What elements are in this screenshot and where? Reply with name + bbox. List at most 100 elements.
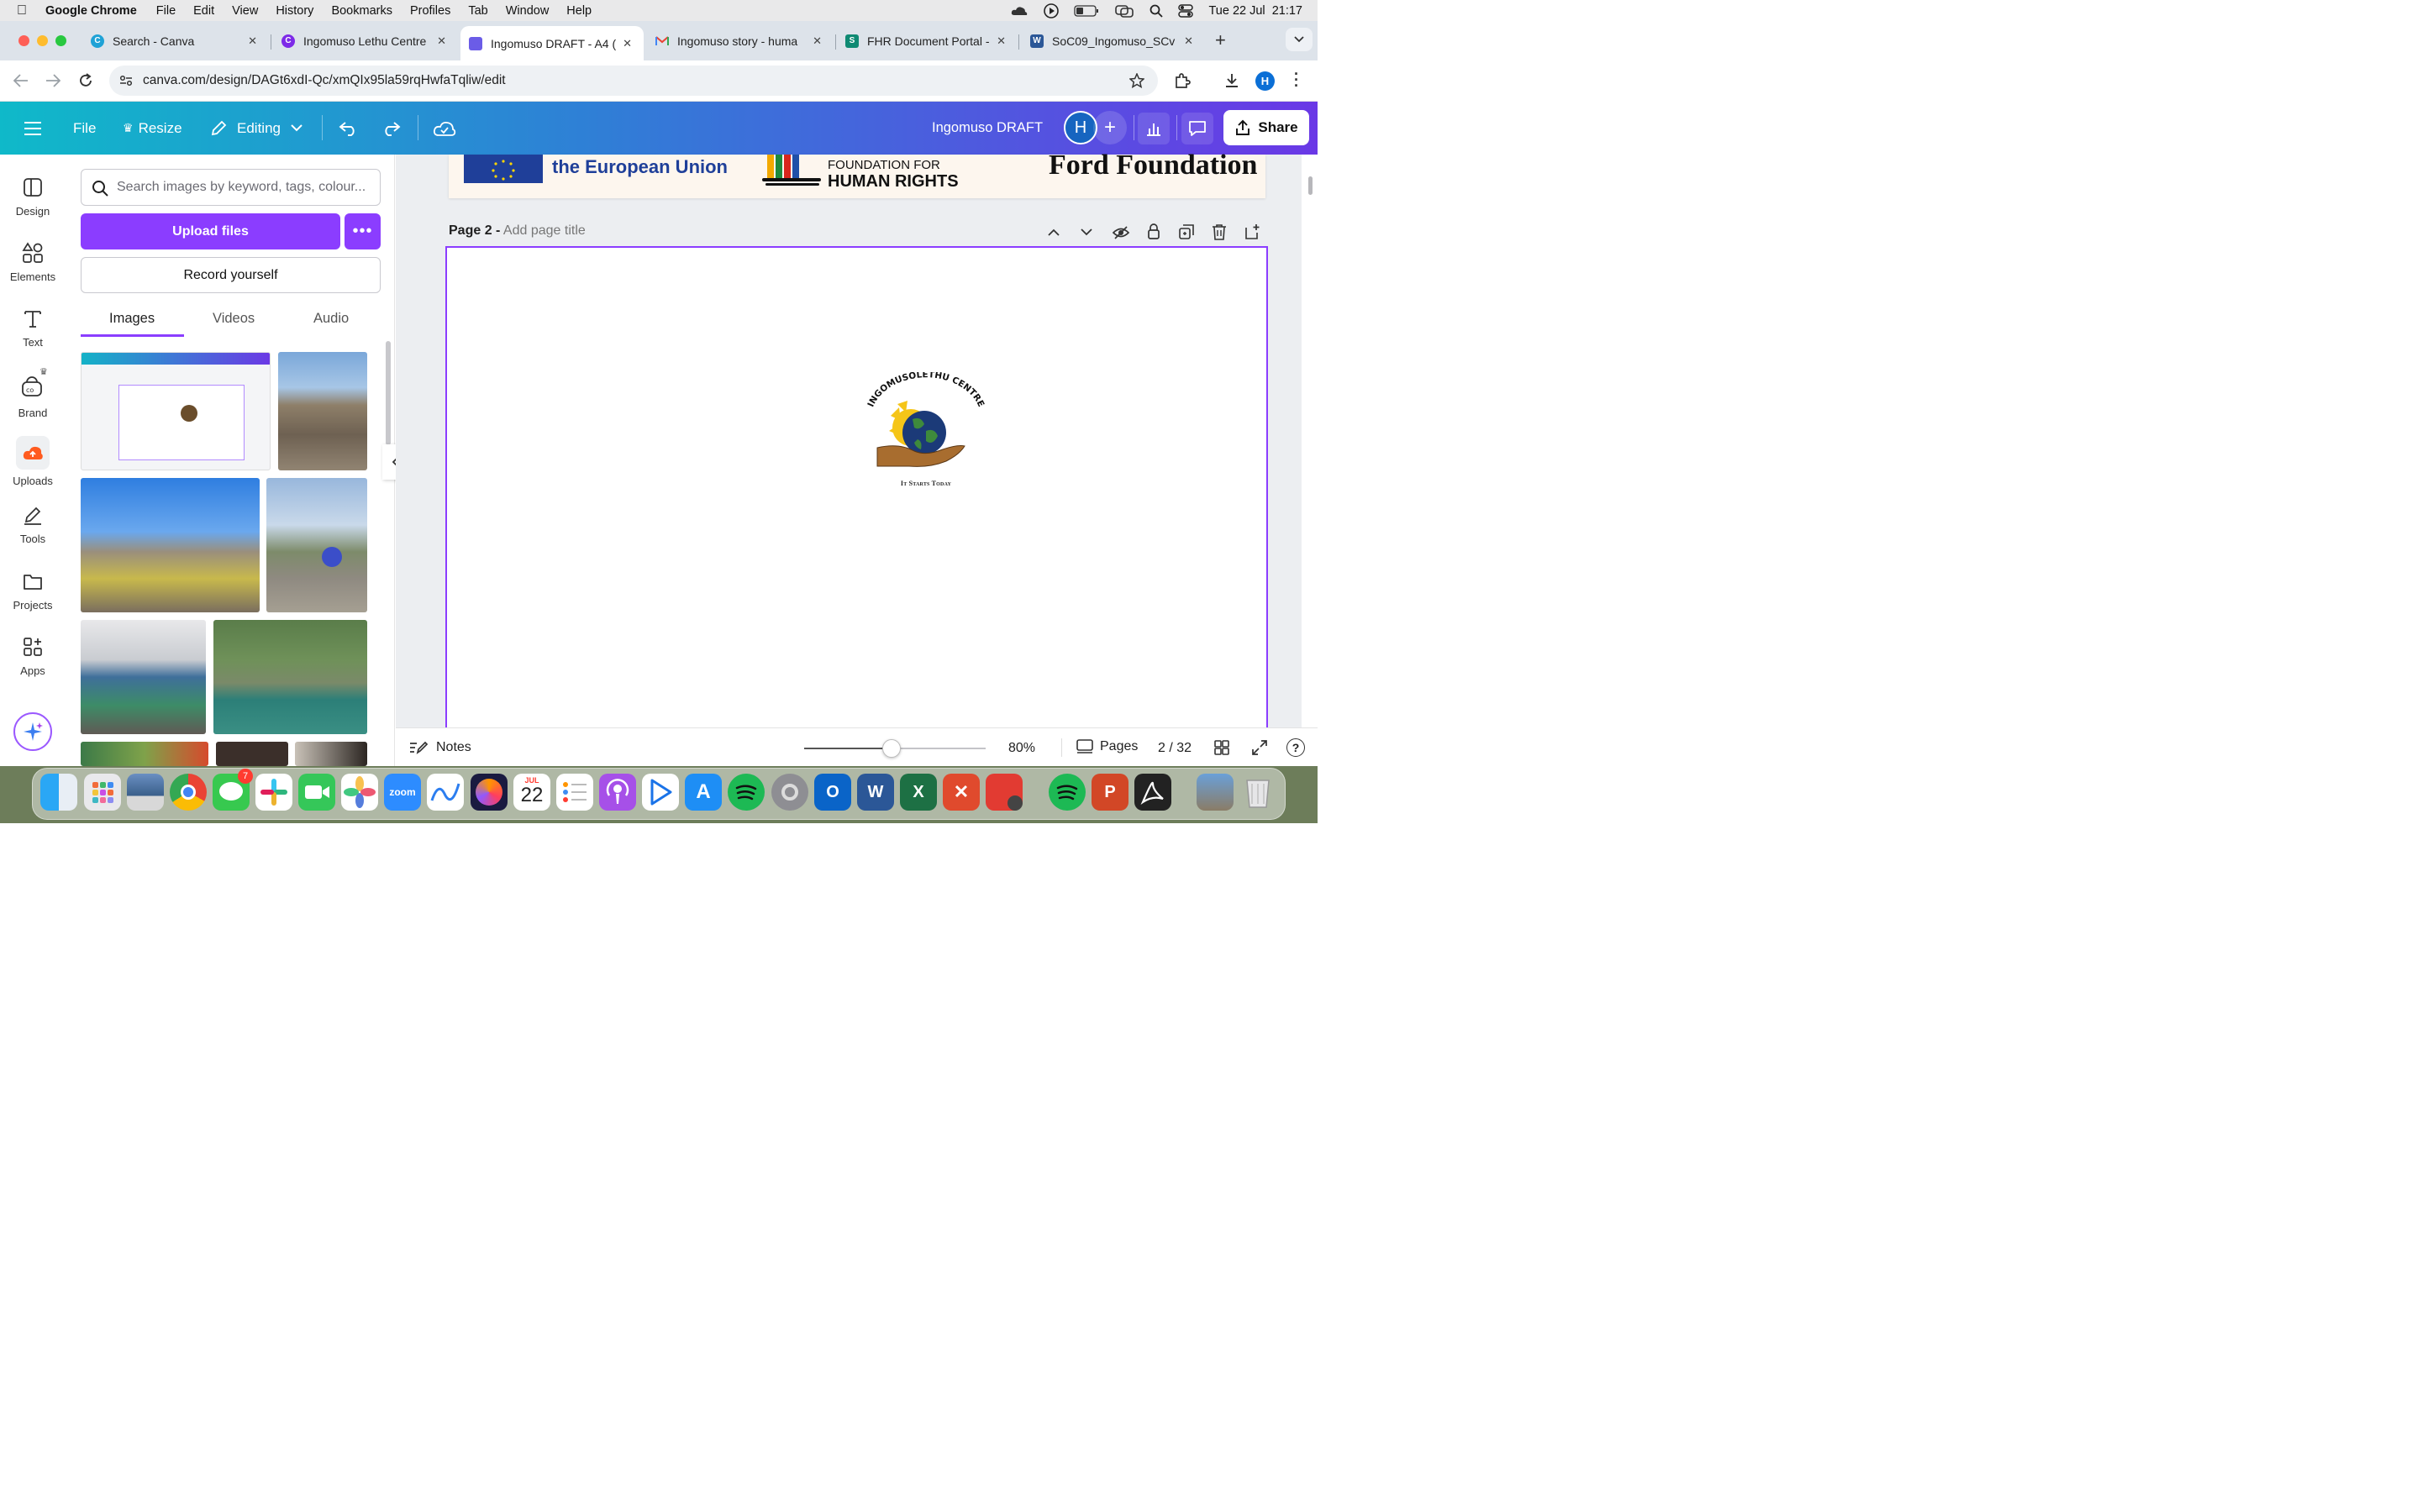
menu-history[interactable]: History [276, 4, 313, 18]
zoom-window-button[interactable] [55, 35, 66, 46]
menu-view[interactable]: View [232, 4, 258, 18]
trash-icon[interactable] [1239, 774, 1276, 811]
fullscreen-icon[interactable] [1252, 740, 1267, 755]
browser-tab-fhr-portal[interactable]: S FHR Document Portal - ✕ [837, 26, 1018, 55]
ingomuso-centre-logo[interactable]: INGOMUSOLETHU CENTRE It Starts Today [865, 370, 986, 490]
zoom-percent[interactable]: 80% [1008, 741, 1035, 756]
upload-thumbnail-road-walker[interactable] [266, 478, 367, 612]
share-button[interactable]: Share [1223, 110, 1309, 145]
chrome-menu-icon[interactable]: · · · [1294, 66, 1299, 93]
rail-apps[interactable]: Apps [0, 636, 66, 677]
system-settings-gear-icon[interactable] [771, 774, 808, 811]
menubar-clock[interactable]: Tue 22 Jul 21:17 [1208, 4, 1302, 18]
launchpad-icon[interactable] [84, 774, 121, 811]
close-tab-icon[interactable]: ✕ [437, 34, 446, 48]
lock-page-icon[interactable] [1147, 223, 1160, 240]
menu-file[interactable]: File [156, 4, 176, 18]
upload-thumbnail-partial-1[interactable] [81, 742, 208, 766]
rail-projects[interactable]: Projects [0, 570, 66, 612]
photos-icon[interactable] [341, 774, 378, 811]
help-question-icon[interactable]: ? [1286, 738, 1305, 757]
add-page-icon[interactable] [1244, 223, 1260, 240]
new-tab-icon[interactable]: + [1215, 29, 1226, 51]
slack-icon[interactable] [255, 774, 292, 811]
firefox-icon[interactable] [471, 774, 508, 811]
panel-scrollbar[interactable] [386, 341, 391, 445]
zoom-slider-track[interactable] [804, 739, 986, 758]
upload-files-button[interactable]: Upload files [81, 213, 340, 249]
spotlight-search-icon[interactable] [1150, 4, 1164, 18]
extensions-puzzle-icon[interactable] [1174, 72, 1191, 89]
move-page-down-icon[interactable] [1081, 228, 1092, 236]
close-window-button[interactable] [18, 35, 29, 46]
upload-thumbnail-crowd-yellow[interactable] [81, 478, 260, 612]
control-center-icon[interactable] [1178, 3, 1194, 18]
back-arrow-icon[interactable] [13, 74, 29, 87]
pages-button[interactable]: Pages [1076, 739, 1138, 754]
page-1-footer-logos[interactable]: the European Union FOUNDATION FOR HUMAN … [449, 150, 1265, 198]
record-yourself-button[interactable]: Record yourself [81, 257, 381, 293]
zoom-app-icon[interactable]: zoom [384, 774, 421, 811]
app-store-icon[interactable]: A [685, 774, 722, 811]
screen-mirroring-icon[interactable] [1114, 4, 1134, 18]
calendar-icon[interactable]: JUL 22 [513, 774, 550, 811]
magic-sparkle-assistant-icon[interactable] [13, 712, 52, 751]
redo-icon[interactable] [381, 102, 401, 155]
address-bar[interactable]: canva.com/design/DAGt6xdI-Qc/xmQIx95la59… [109, 66, 1158, 96]
zoom-slider-handle[interactable] [881, 739, 901, 758]
minimize-window-button[interactable] [37, 35, 48, 46]
upload-thumbnail-screenshot[interactable] [81, 352, 271, 470]
close-tab-icon[interactable]: ✕ [248, 34, 257, 48]
close-tab-icon[interactable]: ✕ [813, 34, 822, 48]
undo-icon[interactable] [339, 102, 359, 155]
menu-bookmarks[interactable]: Bookmarks [331, 4, 392, 18]
duplicate-page-icon[interactable] [1179, 224, 1194, 239]
editing-mode-dropdown[interactable]: Editing [210, 102, 302, 155]
page-title-input[interactable]: Add page title [503, 223, 586, 238]
remote-desktop-icon[interactable]: ✕ [943, 774, 980, 811]
notes-button[interactable]: Notes [409, 740, 471, 755]
spotify-icon[interactable] [728, 774, 765, 811]
rail-brand[interactable]: ♛ co Brand [0, 367, 66, 419]
freeform-icon[interactable] [427, 774, 464, 811]
messages-icon[interactable]: 7 [213, 769, 253, 811]
more-options-icon[interactable]: ••• [345, 213, 381, 249]
tab-audio[interactable]: Audio [313, 311, 349, 327]
browser-tab-gmail-story[interactable]: Ingomuso story - huma ✕ [647, 26, 834, 55]
upload-thumbnail-drum-rollers[interactable] [81, 620, 206, 734]
cloud-icon[interactable] [1010, 5, 1028, 17]
close-tab-icon[interactable]: ✕ [1184, 34, 1193, 48]
grid-view-icon[interactable] [1214, 740, 1229, 755]
browser-tab-soc09-word[interactable]: W SoC09_Ingomuso_SCv ✕ [1022, 26, 1205, 55]
menu-help[interactable]: Help [566, 4, 592, 18]
tab-images[interactable]: Images [109, 311, 155, 327]
menu-window[interactable]: Window [506, 4, 550, 18]
podcasts-icon[interactable] [599, 774, 636, 811]
facetime-icon[interactable] [298, 774, 335, 811]
reload-icon[interactable] [77, 72, 94, 89]
powerpoint-icon[interactable]: P [1092, 774, 1128, 811]
google-play-icon[interactable] [642, 774, 679, 811]
rail-tools[interactable]: Tools [0, 504, 66, 545]
forward-arrow-icon[interactable] [45, 74, 60, 87]
browser-tab-search-canva[interactable]: C Search - Canva ✕ [82, 26, 269, 55]
outlook-icon[interactable]: O [814, 774, 851, 811]
document-title[interactable]: Ingomuso DRAFT [932, 102, 1043, 155]
move-page-up-icon[interactable] [1048, 228, 1060, 236]
add-collaborator-plus-icon[interactable]: + [1093, 111, 1127, 144]
apple-icon[interactable]:  [17, 3, 27, 18]
upload-thumbnail-field-gathering[interactable] [278, 352, 367, 470]
downloads-stack-icon[interactable] [1197, 774, 1234, 811]
browser-tab-ingomuso-lethu[interactable]: C Ingomuso Lethu Centre ✕ [273, 26, 458, 55]
downloads-icon[interactable] [1223, 72, 1240, 89]
menubar-app-name[interactable]: Google Chrome [45, 4, 137, 18]
finder-icon[interactable] [40, 774, 77, 811]
rail-elements[interactable]: Elements [0, 242, 66, 283]
file-menu-button[interactable]: File [73, 102, 96, 155]
pdf-app-icon[interactable] [986, 774, 1023, 811]
profile-avatar[interactable]: H [1255, 71, 1275, 91]
main-menu-hamburger-icon[interactable] [24, 102, 42, 155]
site-info-icon[interactable] [119, 75, 133, 87]
image-search-input[interactable]: Search images by keyword, tags, colour..… [81, 169, 381, 206]
rail-text[interactable]: Text [0, 307, 66, 349]
